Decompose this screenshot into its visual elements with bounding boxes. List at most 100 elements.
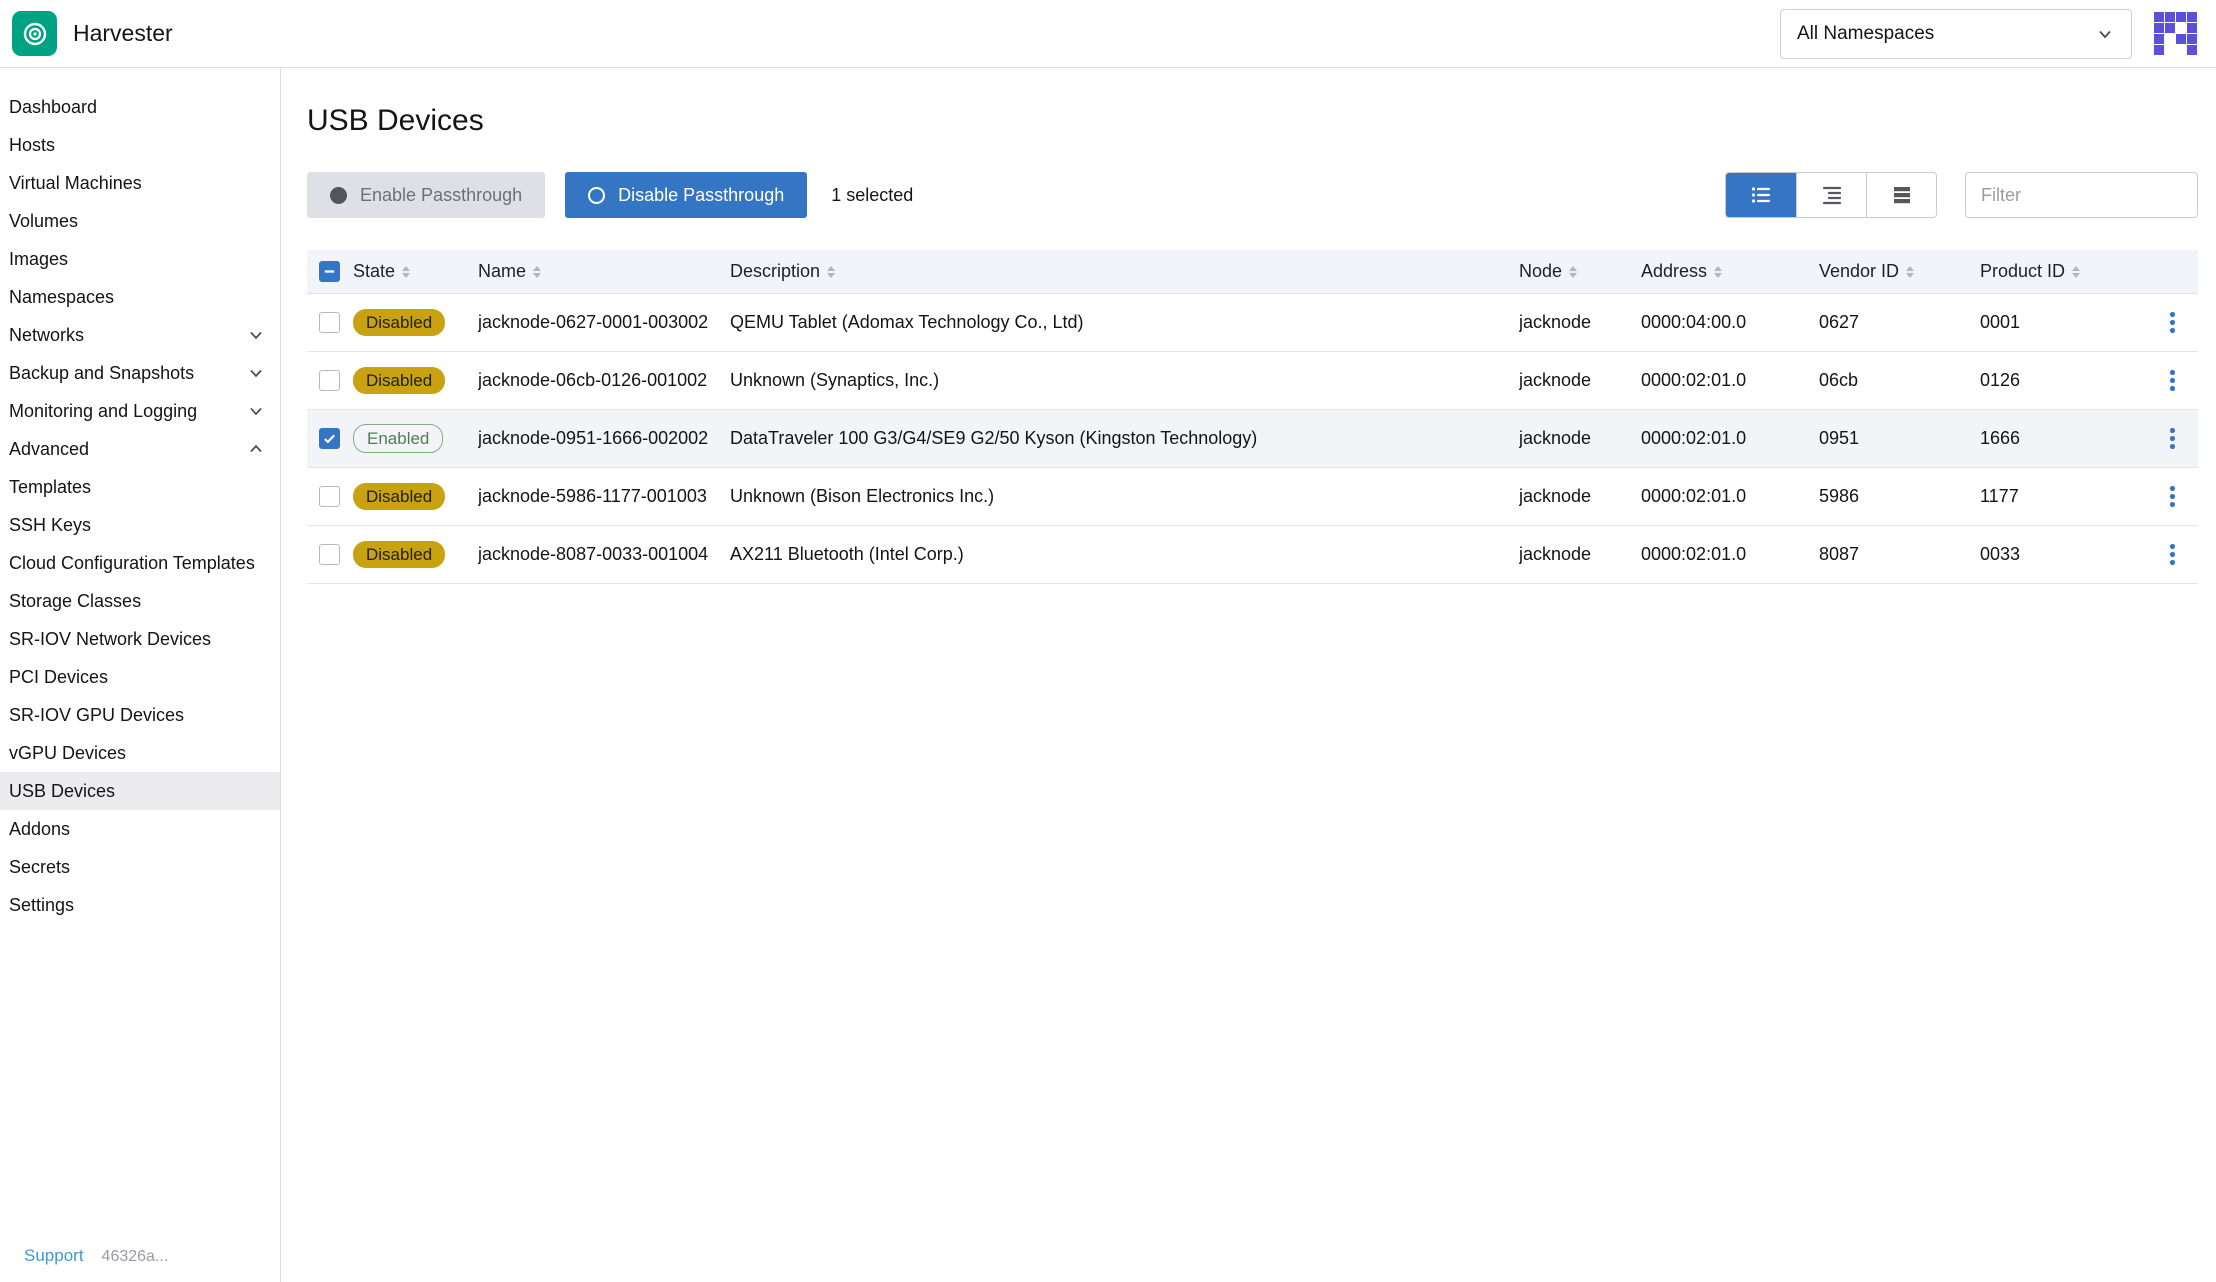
sidebar-item-networks[interactable]: Networks: [0, 316, 280, 354]
rancher-logo-icon[interactable]: [2154, 12, 2198, 56]
sidebar-item-label: Backup and Snapshots: [9, 363, 194, 384]
device-vendor-id: 0951: [1819, 428, 1980, 449]
app-title: Harvester: [73, 20, 173, 47]
sidebar-item-secrets[interactable]: Secrets: [0, 848, 280, 886]
sidebar-item-backup-and-snapshots[interactable]: Backup and Snapshots: [0, 354, 280, 392]
row-actions-button[interactable]: [2164, 422, 2181, 455]
sidebar-item-vgpu-devices[interactable]: vGPU Devices: [0, 734, 280, 772]
sidebar-item-cloud-configuration-templates[interactable]: Cloud Configuration Templates: [0, 544, 280, 582]
sidebar-nav: DashboardHostsVirtual MachinesVolumesIma…: [0, 88, 280, 924]
sidebar-item-label: PCI Devices: [9, 667, 108, 688]
sidebar-item-templates[interactable]: Templates: [0, 468, 280, 506]
header-right: All Namespaces: [1780, 9, 2198, 59]
row-checkbox[interactable]: [319, 370, 340, 391]
sidebar-item-label: SR-IOV Network Devices: [9, 629, 211, 650]
grouped-view-icon: [1820, 183, 1844, 207]
device-name: jacknode-0951-1666-002002: [478, 428, 730, 449]
grouped-view-button[interactable]: [1796, 173, 1866, 217]
row-checkbox[interactable]: [319, 428, 340, 449]
chevron-down-icon: [2095, 24, 2115, 44]
device-address: 0000:02:01.0: [1641, 486, 1819, 507]
row-actions-button[interactable]: [2164, 364, 2181, 397]
table-row: Disabled jacknode-8087-0033-001004 AX211…: [307, 526, 2198, 584]
sidebar-item-label: SR-IOV GPU Devices: [9, 705, 184, 726]
row-actions-button[interactable]: [2164, 538, 2181, 571]
row-checkbox-cell: [307, 544, 353, 565]
sort-icon: [402, 266, 410, 278]
row-actions-cell: [2147, 364, 2198, 397]
column-header-product-id[interactable]: Product ID: [1980, 261, 2147, 282]
column-header-name[interactable]: Name: [478, 261, 730, 282]
table-view-button[interactable]: [1866, 173, 1936, 217]
column-header-address[interactable]: Address: [1641, 261, 1819, 282]
sidebar-item-settings[interactable]: Settings: [0, 886, 280, 924]
device-name: jacknode-0627-0001-003002: [478, 312, 730, 333]
table-view-icon: [1890, 183, 1914, 207]
row-checkbox[interactable]: [319, 544, 340, 565]
column-label: Address: [1641, 261, 1707, 282]
sort-icon: [2072, 266, 2080, 278]
state-badge: Disabled: [353, 483, 445, 510]
sidebar-item-pci-devices[interactable]: PCI Devices: [0, 658, 280, 696]
state-cell: Disabled: [353, 483, 478, 510]
app-root: Harvester All Namespaces: [0, 0, 2216, 1282]
disable-passthrough-button[interactable]: Disable Passthrough: [565, 172, 807, 218]
sort-icon: [827, 266, 835, 278]
list-view-icon: [1749, 183, 1773, 207]
row-actions-button[interactable]: [2164, 480, 2181, 513]
enable-passthrough-button[interactable]: Enable Passthrough: [307, 172, 545, 218]
table-row: Enabled jacknode-0951-1666-002002 DataTr…: [307, 410, 2198, 468]
column-header-vendor-id[interactable]: Vendor ID: [1819, 261, 1980, 282]
row-actions-cell: [2147, 538, 2198, 571]
sidebar-item-usb-devices[interactable]: USB Devices: [0, 772, 280, 810]
column-label: Description: [730, 261, 820, 282]
device-description: Unknown (Synaptics, Inc.): [730, 370, 1519, 391]
table-header-row: State Name Description Node Address Vend…: [307, 250, 2198, 294]
table-row: Disabled jacknode-0627-0001-003002 QEMU …: [307, 294, 2198, 352]
state-cell: Disabled: [353, 541, 478, 568]
sidebar-item-label: Monitoring and Logging: [9, 401, 197, 422]
usb-devices-table: State Name Description Node Address Vend…: [307, 250, 2198, 584]
main-content: USB Devices Enable Passthrough Disable P…: [281, 68, 2216, 1282]
sidebar-item-sr-iov-network-devices[interactable]: SR-IOV Network Devices: [0, 620, 280, 658]
row-checkbox-cell: [307, 370, 353, 391]
column-header-state[interactable]: State: [353, 261, 478, 282]
column-label: Name: [478, 261, 526, 282]
sidebar-item-dashboard[interactable]: Dashboard: [0, 88, 280, 126]
column-header-node[interactable]: Node: [1519, 261, 1641, 282]
device-address: 0000:02:01.0: [1641, 544, 1819, 565]
state-badge: Enabled: [353, 424, 443, 453]
row-checkbox[interactable]: [319, 486, 340, 507]
page-title: USB Devices: [307, 104, 2198, 138]
sidebar-item-ssh-keys[interactable]: SSH Keys: [0, 506, 280, 544]
device-node: jacknode: [1519, 544, 1641, 565]
list-view-button[interactable]: [1726, 173, 1796, 217]
sidebar-item-volumes[interactable]: Volumes: [0, 202, 280, 240]
namespace-selector[interactable]: All Namespaces: [1780, 9, 2132, 59]
column-header-description[interactable]: Description: [730, 261, 1519, 282]
outline-circle-icon: [588, 187, 605, 204]
namespace-selector-value: All Namespaces: [1797, 23, 1934, 45]
sidebar-item-monitoring-and-logging[interactable]: Monitoring and Logging: [0, 392, 280, 430]
sidebar-item-images[interactable]: Images: [0, 240, 280, 278]
support-link[interactable]: Support: [24, 1246, 84, 1266]
sidebar-item-virtual-machines[interactable]: Virtual Machines: [0, 164, 280, 202]
sidebar-item-label: Advanced: [9, 439, 89, 460]
sidebar-footer: Support 46326a...: [24, 1246, 168, 1266]
device-description: Unknown (Bison Electronics Inc.): [730, 486, 1519, 507]
sidebar-item-hosts[interactable]: Hosts: [0, 126, 280, 164]
device-name: jacknode-5986-1177-001003: [478, 486, 730, 507]
table-row: Disabled jacknode-5986-1177-001003 Unkno…: [307, 468, 2198, 526]
row-actions-button[interactable]: [2164, 306, 2181, 339]
sidebar-item-label: Settings: [9, 895, 74, 916]
row-checkbox[interactable]: [319, 312, 340, 333]
select-all-checkbox[interactable]: [319, 261, 340, 282]
sidebar-item-label: Networks: [9, 325, 84, 346]
sidebar-item-namespaces[interactable]: Namespaces: [0, 278, 280, 316]
sidebar-item-storage-classes[interactable]: Storage Classes: [0, 582, 280, 620]
sidebar-item-advanced[interactable]: Advanced: [0, 430, 280, 468]
sidebar-item-addons[interactable]: Addons: [0, 810, 280, 848]
sidebar-item-sr-iov-gpu-devices[interactable]: SR-IOV GPU Devices: [0, 696, 280, 734]
device-vendor-id: 06cb: [1819, 370, 1980, 391]
filter-input[interactable]: [1965, 172, 2198, 218]
